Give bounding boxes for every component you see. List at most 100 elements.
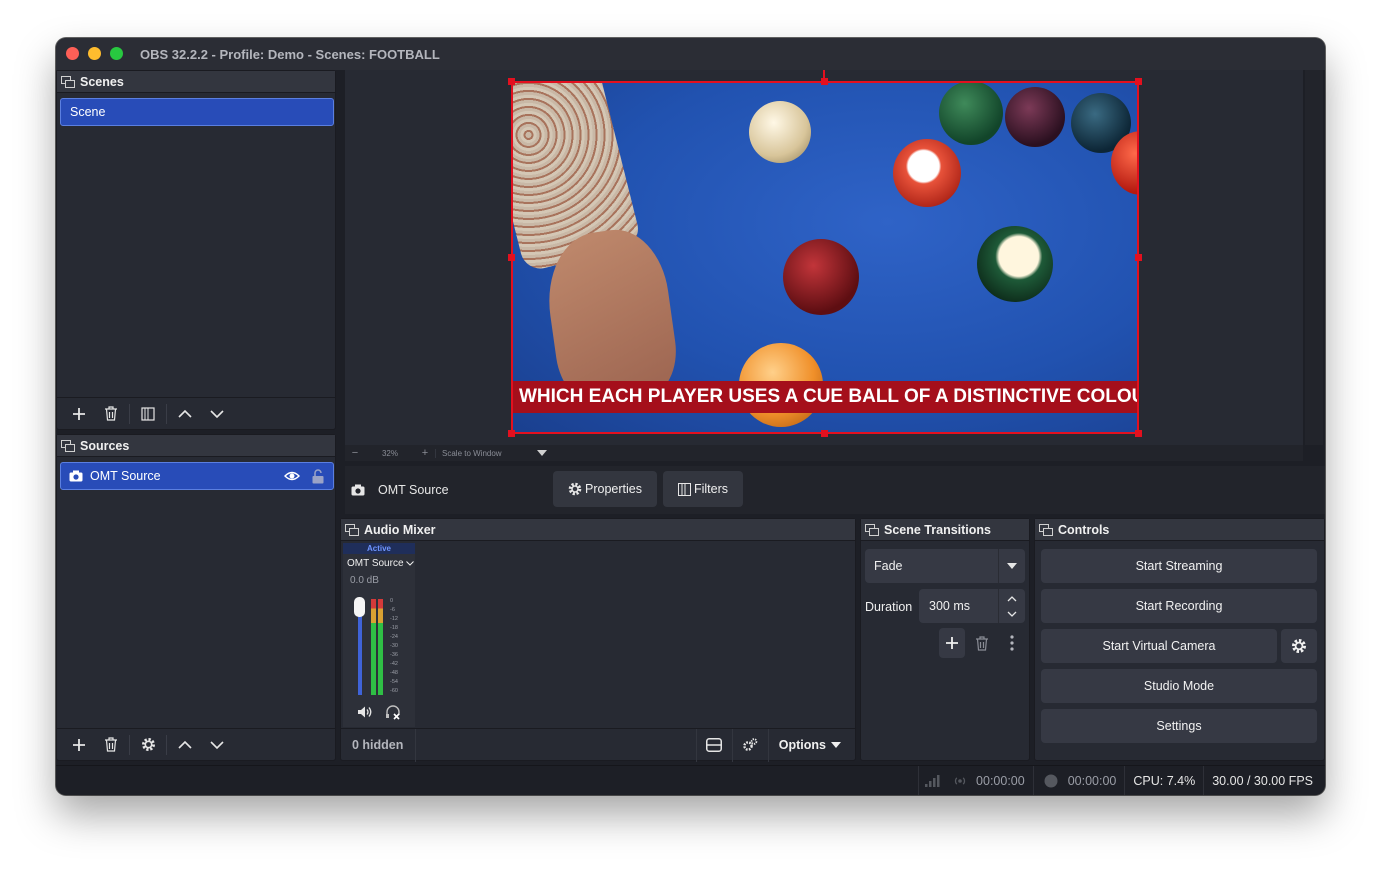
filters-label: Filters	[693, 482, 729, 496]
chevron-down-icon[interactable]	[1007, 611, 1017, 617]
sources-toolbar	[57, 728, 335, 760]
unlock-icon[interactable]	[312, 469, 324, 484]
move-source-down-button[interactable]	[201, 731, 233, 759]
move-scene-up-button[interactable]	[169, 400, 201, 428]
rotation-handle[interactable]	[823, 70, 825, 80]
controls-title: Controls	[1058, 522, 1110, 537]
move-scene-down-button[interactable]	[201, 400, 233, 428]
broadcast-icon	[954, 776, 966, 785]
dock-float-icon[interactable]	[61, 439, 75, 452]
scale-mode-select[interactable]: Scale to Window	[435, 448, 535, 458]
headphones-muted-icon[interactable]	[385, 705, 401, 720]
resize-handle[interactable]	[508, 78, 515, 85]
source-list-item[interactable]: OMT Source	[60, 462, 334, 490]
transition-select[interactable]: Fade	[865, 549, 1025, 583]
transition-menu-button[interactable]	[999, 628, 1025, 658]
meter-tick: -60	[390, 688, 398, 694]
scene-list-item[interactable]: Scene	[60, 98, 334, 126]
studio-mode-button[interactable]: Studio Mode	[1041, 669, 1317, 703]
remove-transition-button[interactable]	[969, 628, 995, 658]
trash-icon	[976, 635, 988, 651]
more-vertical-icon	[1010, 635, 1014, 651]
volume-db: 0.0 dB	[350, 575, 379, 586]
properties-button[interactable]: Properties	[553, 471, 657, 507]
network-status	[918, 765, 947, 795]
duration-value: 300 ms	[929, 599, 970, 613]
resize-handle[interactable]	[508, 430, 515, 437]
close-window-button[interactable]	[66, 47, 79, 60]
ball-green-stripe	[977, 226, 1053, 302]
sources-dock-title: Sources	[80, 438, 130, 453]
trash-icon	[105, 737, 117, 752]
duration-label: Duration	[865, 600, 913, 614]
move-source-up-button[interactable]	[169, 731, 201, 759]
volume-fader-handle[interactable]	[354, 597, 365, 617]
audio-mixer-dock: Audio Mixer Active OMT Source 0.0 dB 0 -…	[340, 518, 856, 762]
meter-tick: -18	[390, 625, 398, 631]
dock-float-icon[interactable]	[865, 523, 879, 536]
mixer-options-button[interactable]: Options	[767, 728, 855, 762]
zoom-out-button[interactable]: −	[345, 447, 365, 459]
add-scene-button[interactable]	[63, 400, 95, 428]
dock-float-icon[interactable]	[345, 523, 359, 536]
source-item-label: OMT Source	[90, 469, 161, 483]
mixer-advanced-button[interactable]	[731, 728, 768, 762]
preview-vertical-scrollbar[interactable]	[1305, 70, 1323, 445]
resize-handle[interactable]	[508, 254, 515, 261]
mixer-footer: 0 hidden Options	[341, 728, 855, 762]
resize-handle[interactable]	[821, 430, 828, 437]
ball-orange-stripe	[893, 139, 961, 207]
add-source-button[interactable]	[63, 731, 95, 759]
ball-maroon-top	[1005, 87, 1065, 147]
level-meter-right	[378, 599, 383, 695]
mixer-layout-button[interactable]	[695, 728, 732, 762]
dock-float-icon[interactable]	[1039, 523, 1053, 536]
layout-icon	[706, 738, 723, 752]
plus-icon	[73, 407, 85, 420]
filters-button[interactable]: Filters	[663, 471, 743, 507]
channel-name-select[interactable]: OMT Source	[343, 558, 415, 569]
start-streaming-button[interactable]: Start Streaming	[1041, 549, 1317, 583]
meter-tick: -6	[390, 607, 395, 613]
toolbar-separator	[166, 734, 167, 755]
resize-handle[interactable]	[1135, 430, 1142, 437]
remove-scene-button[interactable]	[95, 400, 127, 428]
settings-button[interactable]: Settings	[1041, 709, 1317, 743]
meter-tick: -48	[390, 670, 398, 676]
start-virtual-camera-label: Start Virtual Camera	[1102, 639, 1216, 653]
record-status: 00:00:00	[1032, 765, 1125, 795]
meter-tick: -36	[390, 652, 398, 658]
ticker-text: WHICH EACH PLAYER USES A CUE BALL OF A D…	[519, 386, 1139, 407]
resize-handle[interactable]	[1135, 254, 1142, 261]
filter-icon	[141, 406, 155, 421]
gear-icon	[1291, 638, 1307, 654]
stream-status: 00:00:00	[947, 766, 1033, 796]
zoom-window-button[interactable]	[110, 47, 123, 60]
speaker-icon[interactable]	[357, 705, 373, 719]
selected-source-name: OMT Source	[378, 483, 449, 497]
zoom-in-button[interactable]: +	[415, 447, 435, 459]
controls-dock: Controls Start Streaming Start Recording…	[1034, 518, 1325, 761]
resize-handle[interactable]	[1135, 78, 1142, 85]
chevron-up-icon[interactable]	[1007, 596, 1017, 602]
remove-source-button[interactable]	[95, 731, 127, 759]
scene-filters-button[interactable]	[132, 400, 164, 428]
source-toolbar: OMT Source Properties Filters	[345, 466, 1325, 514]
start-recording-button[interactable]: Start Recording	[1041, 589, 1317, 623]
toolbar-separator	[129, 403, 130, 424]
eye-icon[interactable]	[284, 470, 300, 482]
hidden-count[interactable]: 0 hidden	[341, 728, 417, 762]
caret-down-icon[interactable]	[537, 450, 547, 456]
minimize-window-button[interactable]	[88, 47, 101, 60]
preview-canvas[interactable]: WHICH EACH PLAYER USES A CUE BALL OF A D…	[345, 70, 1303, 445]
virtual-camera-settings-button[interactable]	[1281, 629, 1317, 663]
add-transition-button[interactable]	[939, 628, 965, 658]
start-virtual-camera-button[interactable]: Start Virtual Camera	[1041, 629, 1277, 663]
duration-input[interactable]: 300 ms	[919, 589, 1025, 623]
source-properties-button[interactable]	[132, 731, 164, 759]
gear-icon	[141, 738, 155, 751]
meter-scale: 0 -6 -12 -18 -24 -30 -36 -42 -48 -54 -60	[390, 597, 412, 697]
plus-icon	[946, 637, 958, 649]
video-source-frame[interactable]: WHICH EACH PLAYER USES A CUE BALL OF A D…	[511, 81, 1139, 434]
dock-float-icon[interactable]	[61, 75, 75, 88]
